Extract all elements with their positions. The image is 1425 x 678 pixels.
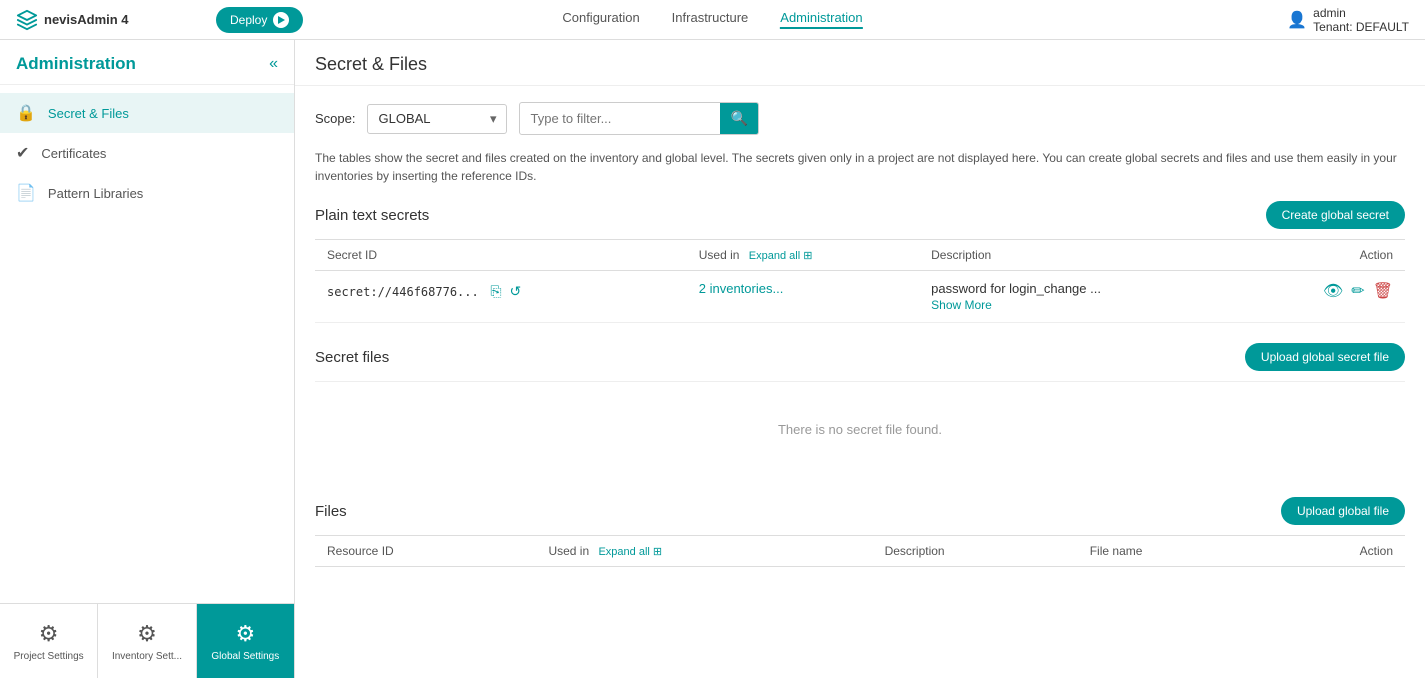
sidebar-item-pattern-libraries[interactable]: 📄 Pattern Libraries bbox=[0, 173, 294, 213]
sidebar-nav: 🔒 Secret & Files ✔ Certificates 📄 Patter… bbox=[0, 85, 294, 603]
tab-global-settings-label: Global Settings bbox=[211, 651, 279, 662]
scope-dropdown[interactable]: GLOBAL ▾ bbox=[367, 104, 507, 134]
col-used-in: Used in Expand all ⊞ bbox=[687, 240, 919, 271]
play-triangle bbox=[278, 16, 285, 24]
plain-secrets-title: Plain text secrets bbox=[315, 207, 429, 224]
files-col-action: Action bbox=[1265, 536, 1405, 567]
delete-icon[interactable]: 🗑 bbox=[1373, 281, 1393, 301]
files-title: Files bbox=[315, 503, 347, 520]
logo-area: nevisAdmin 4 bbox=[16, 9, 216, 31]
sidebar-collapse-button[interactable]: « bbox=[269, 55, 278, 73]
page-title: Secret & Files bbox=[315, 54, 1405, 75]
secret-files-title: Secret files bbox=[315, 349, 389, 366]
tab-inventory-settings[interactable]: ⚙ Inventory Sett... bbox=[98, 604, 196, 678]
secret-files-header: Secret files Upload global secret file bbox=[315, 343, 1405, 371]
nav-configuration[interactable]: Configuration bbox=[562, 10, 639, 29]
files-col-description: Description bbox=[873, 536, 1078, 567]
plain-secrets-header: Plain text secrets Create global secret bbox=[315, 201, 1405, 229]
upload-file-button[interactable]: Upload global file bbox=[1281, 497, 1405, 525]
description-block: password for login_change ... Show More bbox=[931, 281, 1234, 312]
col-secret-id: Secret ID bbox=[315, 240, 687, 271]
nav-links: Configuration Infrastructure Administrat… bbox=[562, 10, 862, 29]
plain-secrets-table: Secret ID Used in Expand all ⊞ Descripti… bbox=[315, 239, 1405, 323]
scope-bar: Scope: GLOBAL ▾ 🔍 bbox=[315, 102, 1405, 135]
tab-project-settings[interactable]: ⚙ Project Settings bbox=[0, 604, 98, 678]
upload-secret-file-button[interactable]: Upload global secret file bbox=[1245, 343, 1405, 371]
sidebar-item-secrets[interactable]: 🔒 Secret & Files bbox=[0, 93, 294, 133]
files-section: Files Upload global file Resource ID Use… bbox=[315, 497, 1405, 567]
deploy-button[interactable]: Deploy bbox=[216, 7, 303, 33]
secret-id-value: secret://446f68776... bbox=[327, 285, 479, 299]
filter-input-group: 🔍 bbox=[519, 102, 758, 135]
sidebar-label-pattern-libraries: Pattern Libraries bbox=[48, 186, 143, 201]
sidebar-bottom-tabs: ⚙ Project Settings ⚙ Inventory Sett... ⚙… bbox=[0, 603, 294, 678]
refresh-secret-button[interactable]: ↺ bbox=[508, 281, 524, 302]
tab-inventory-settings-label: Inventory Sett... bbox=[112, 651, 182, 662]
files-header: Files Upload global file bbox=[315, 497, 1405, 525]
row-actions: 👁 ✏ 🗑 bbox=[1258, 281, 1393, 301]
sidebar-label-secrets: Secret & Files bbox=[48, 106, 129, 121]
description-cell: password for login_change ... Show More bbox=[919, 271, 1246, 323]
edit-icon[interactable]: ✏ bbox=[1351, 281, 1364, 301]
sidebar-header: Administration « bbox=[0, 40, 294, 85]
sidebar-label-certificates: Certificates bbox=[41, 146, 106, 161]
files-col-used-in: Used in Expand all ⊞ bbox=[536, 536, 872, 567]
secret-files-section: Secret files Upload global secret file T… bbox=[315, 343, 1405, 477]
secret-files-empty: There is no secret file found. bbox=[315, 382, 1405, 477]
nav-infrastructure[interactable]: Infrastructure bbox=[672, 10, 749, 29]
filter-input[interactable] bbox=[520, 105, 720, 132]
secret-inline-actions: ⎘ ↺ bbox=[488, 281, 523, 302]
check-icon: ✔ bbox=[16, 143, 29, 163]
sidebar-title: Administration bbox=[16, 54, 136, 74]
description-text: The tables show the secret and files cre… bbox=[315, 149, 1405, 185]
used-in-link[interactable]: 2 inventories... bbox=[699, 281, 784, 296]
page-header: Secret & Files bbox=[295, 40, 1425, 86]
logo-icon bbox=[16, 9, 38, 31]
caret-down-icon: ▾ bbox=[490, 111, 497, 127]
nav-administration[interactable]: Administration bbox=[780, 10, 862, 29]
files-table: Resource ID Used in Expand all ⊞ Descrip… bbox=[315, 535, 1405, 567]
col-description: Description bbox=[919, 240, 1246, 271]
create-global-secret-button[interactable]: Create global secret bbox=[1266, 201, 1405, 229]
copy-secret-button[interactable]: ⎘ bbox=[488, 281, 503, 302]
filter-search-button[interactable]: 🔍 bbox=[720, 103, 757, 134]
user-icon: 👤 bbox=[1287, 10, 1307, 30]
files-expand-all-button[interactable]: Expand all ⊞ bbox=[598, 546, 662, 558]
action-cell: 👁 ✏ 🗑 bbox=[1246, 271, 1405, 323]
inventory-settings-icon: ⚙ bbox=[137, 621, 157, 647]
top-nav: nevisAdmin 4 Configuration Infrastructur… bbox=[0, 0, 1425, 40]
view-icon[interactable]: 👁 bbox=[1323, 281, 1343, 301]
document-icon: 📄 bbox=[16, 183, 36, 203]
table-row: secret://446f68776... ⎘ ↺ 2 inventories.… bbox=[315, 271, 1405, 323]
sidebar-item-certificates[interactable]: ✔ Certificates bbox=[0, 133, 294, 173]
global-settings-icon: ⚙ bbox=[235, 621, 255, 647]
user-area: 👤 admin Tenant: DEFAULT bbox=[1287, 6, 1409, 34]
secret-id-cell: secret://446f68776... ⎘ ↺ bbox=[315, 271, 687, 323]
description-value: password for login_change ... bbox=[931, 281, 1101, 296]
show-more-link[interactable]: Show More bbox=[931, 298, 1234, 312]
sidebar: Administration « 🔒 Secret & Files ✔ Cert… bbox=[0, 40, 295, 678]
files-col-resource-id: Resource ID bbox=[315, 536, 536, 567]
app-name: nevisAdmin 4 bbox=[44, 12, 129, 27]
expand-all-button[interactable]: Expand all ⊞ bbox=[749, 250, 813, 262]
tab-global-settings[interactable]: ⚙ Global Settings bbox=[197, 604, 294, 678]
scope-label: Scope: bbox=[315, 111, 355, 126]
content-area: Scope: GLOBAL ▾ 🔍 The tables show the se… bbox=[295, 86, 1425, 583]
col-action: Action bbox=[1246, 240, 1405, 271]
used-in-cell: 2 inventories... bbox=[687, 271, 919, 323]
lock-icon: 🔒 bbox=[16, 103, 36, 123]
tab-project-settings-label: Project Settings bbox=[14, 651, 84, 662]
files-col-filename: File name bbox=[1078, 536, 1265, 567]
scope-value: GLOBAL bbox=[378, 111, 430, 126]
main-content: Secret & Files Scope: GLOBAL ▾ 🔍 The tab… bbox=[295, 40, 1425, 678]
tenant-name: Tenant: DEFAULT bbox=[1313, 20, 1409, 34]
deploy-label: Deploy bbox=[230, 13, 267, 27]
project-settings-icon: ⚙ bbox=[39, 621, 59, 647]
user-name: admin bbox=[1313, 6, 1409, 20]
play-icon bbox=[273, 12, 289, 28]
layout: Administration « 🔒 Secret & Files ✔ Cert… bbox=[0, 40, 1425, 678]
